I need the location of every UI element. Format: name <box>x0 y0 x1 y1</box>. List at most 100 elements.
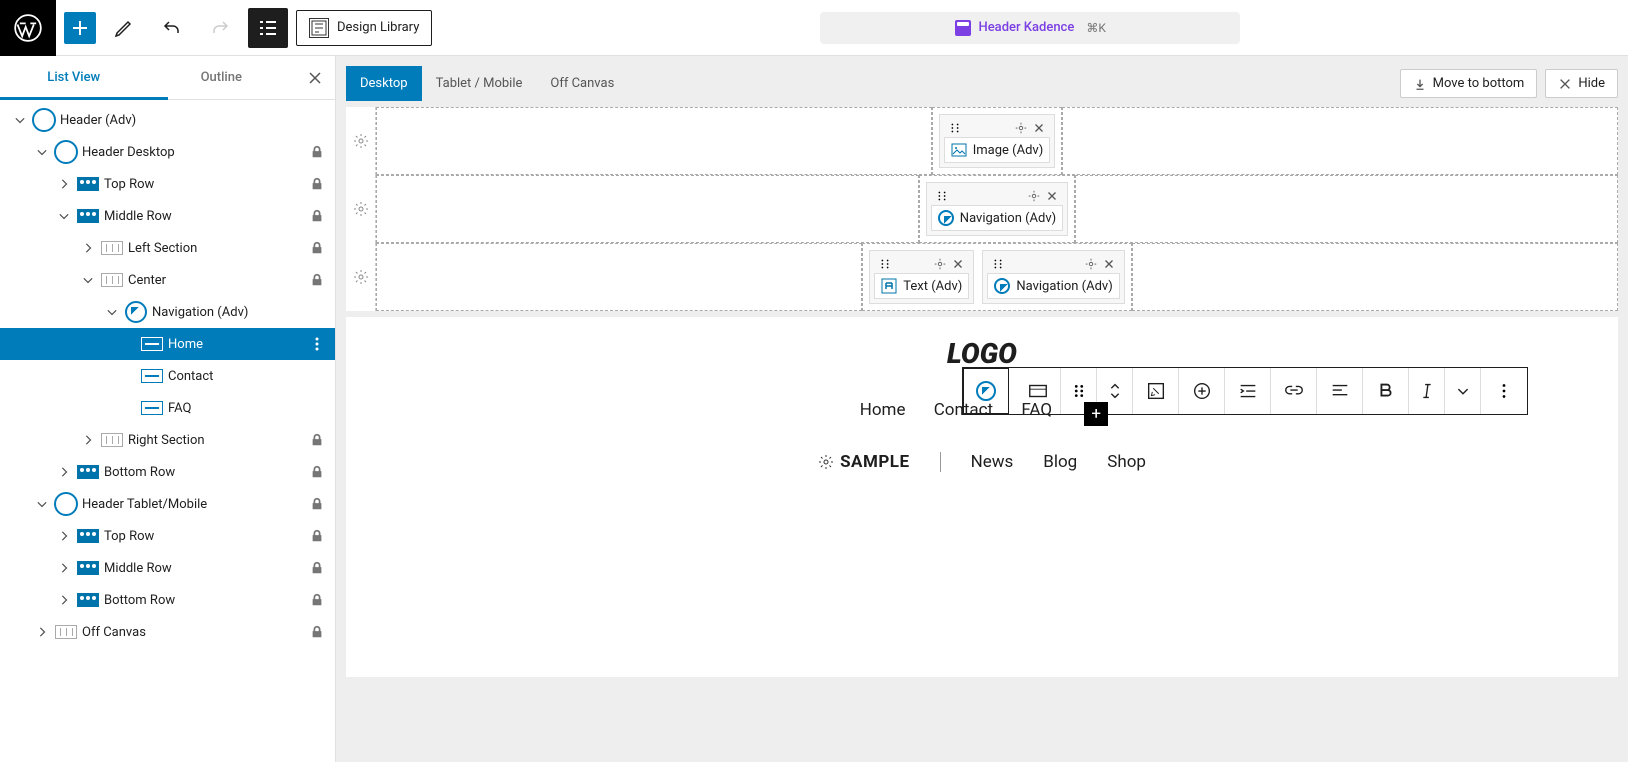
drag-handle-icon[interactable] <box>878 257 892 271</box>
remove-icon[interactable] <box>951 257 965 271</box>
row-icon <box>77 529 99 543</box>
drag-handle-icon[interactable] <box>948 121 962 135</box>
tree-header-tablet[interactable]: Header Tablet/Mobile <box>0 488 335 520</box>
design-library-icon <box>309 18 329 38</box>
close-panel-button[interactable] <box>295 56 335 99</box>
tree-left-section[interactable]: Left Section <box>0 232 335 264</box>
design-library-label: Design Library <box>337 20 419 35</box>
toolbar-center: Header Kadence ⌘K <box>440 12 1620 44</box>
nav-item-news[interactable]: News <box>971 452 1014 472</box>
tree-bottom-row-2[interactable]: Bottom Row <box>0 584 335 616</box>
lock-icon <box>307 206 327 226</box>
remove-icon[interactable] <box>1102 257 1116 271</box>
add-nav-item-button[interactable]: + <box>1084 402 1108 426</box>
gear-icon[interactable] <box>1084 257 1098 271</box>
builder-block-navigation[interactable]: Navigation (Adv) <box>926 182 1068 236</box>
tree-middle-row-2[interactable]: Middle Row <box>0 552 335 584</box>
link-icon <box>141 401 163 415</box>
tree-bottom-row[interactable]: Bottom Row <box>0 456 335 488</box>
tree-navigation-adv[interactable]: Navigation (Adv) <box>0 296 335 328</box>
navigation-icon <box>938 210 954 226</box>
tree-home[interactable]: Home <box>0 328 335 360</box>
tree-contact[interactable]: Contact <box>0 360 335 392</box>
device-tabs: Desktop Tablet / Mobile Off Canvas Move … <box>346 66 1618 101</box>
tree-middle-row[interactable]: Middle Row <box>0 200 335 232</box>
tab-outline[interactable]: Outline <box>148 56 296 99</box>
preview-nav-1[interactable]: Home Contact FAQ + <box>346 378 1618 422</box>
lock-icon <box>307 270 327 290</box>
lock-icon <box>307 590 327 610</box>
template-chip[interactable]: Header Kadence ⌘K <box>820 12 1240 44</box>
redo-button[interactable] <box>200 8 240 48</box>
more-options-icon[interactable] <box>307 334 327 354</box>
section-icon <box>101 241 123 255</box>
preview-bottom-row: SAMPLE News Blog Shop <box>346 422 1618 472</box>
tree-top-row-2[interactable]: Top Row <box>0 520 335 552</box>
tab-list-view[interactable]: List View <box>0 56 148 99</box>
header-builder-grid: Image (Adv) <box>346 107 1618 311</box>
desktop-icon <box>54 140 78 164</box>
template-icon <box>955 20 971 36</box>
list-view-toggle[interactable] <box>248 8 288 48</box>
row-settings-2[interactable] <box>346 175 376 243</box>
tab-off-canvas[interactable]: Off Canvas <box>536 66 628 101</box>
section-icon <box>101 273 123 287</box>
lock-icon <box>307 558 327 578</box>
sample-text-block[interactable]: SAMPLE <box>818 452 910 472</box>
lock-icon <box>307 430 327 450</box>
nav-item-faq[interactable]: FAQ <box>1021 400 1052 420</box>
tab-tablet-mobile[interactable]: Tablet / Mobile <box>422 66 537 101</box>
template-name: Header Kadence <box>979 20 1075 35</box>
row-icon <box>77 561 99 575</box>
block-tree: Header (Adv) Header Desktop Top Row Midd… <box>0 100 335 762</box>
tab-desktop[interactable]: Desktop <box>346 66 422 101</box>
nav-item-contact[interactable]: Contact <box>934 400 993 420</box>
tree-center[interactable]: Center <box>0 264 335 296</box>
edit-icon[interactable] <box>104 8 144 48</box>
builder-block-text[interactable]: Text (Adv) <box>869 250 974 304</box>
gear-icon <box>818 454 834 470</box>
gear-icon[interactable] <box>1014 121 1028 135</box>
tree-header-desktop[interactable]: Header Desktop <box>0 136 335 168</box>
preview-area: LOGO <box>346 317 1618 677</box>
tree-faq[interactable]: FAQ <box>0 392 335 424</box>
tree-header-adv[interactable]: Header (Adv) <box>0 104 335 136</box>
link-icon <box>141 337 163 351</box>
tree-off-canvas[interactable]: Off Canvas <box>0 616 335 648</box>
lock-icon <box>307 494 327 514</box>
drag-handle-icon[interactable] <box>935 189 949 203</box>
tree-right-section[interactable]: Right Section <box>0 424 335 456</box>
design-library-button[interactable]: Design Library <box>296 10 432 46</box>
text-icon <box>881 278 897 294</box>
hide-button[interactable]: Hide <box>1545 69 1618 98</box>
move-to-bottom-button[interactable]: Move to bottom <box>1400 69 1538 98</box>
builder-block-image[interactable]: Image (Adv) <box>939 114 1056 168</box>
remove-icon[interactable] <box>1045 189 1059 203</box>
drag-handle-icon[interactable] <box>991 257 1005 271</box>
off-canvas-icon <box>55 625 77 639</box>
top-toolbar: Design Library Header Kadence ⌘K <box>0 0 1628 56</box>
lock-icon <box>307 462 327 482</box>
lock-icon <box>307 174 327 194</box>
nav-item-blog[interactable]: Blog <box>1043 452 1077 472</box>
tree-top-row[interactable]: Top Row <box>0 168 335 200</box>
divider <box>940 452 941 472</box>
tablet-icon <box>54 492 78 516</box>
builder-block-navigation-2[interactable]: Navigation (Adv) <box>982 250 1124 304</box>
header-icon <box>32 108 56 132</box>
add-block-button[interactable] <box>64 12 96 44</box>
lock-icon <box>307 526 327 546</box>
nav-item-home[interactable]: Home <box>860 400 906 420</box>
row-icon <box>77 209 99 223</box>
panel-tabs: List View Outline <box>0 56 335 100</box>
remove-icon[interactable] <box>1032 121 1046 135</box>
row-icon <box>77 593 99 607</box>
gear-icon[interactable] <box>933 257 947 271</box>
nav-item-shop[interactable]: Shop <box>1107 452 1146 472</box>
row-icon <box>77 465 99 479</box>
wordpress-logo[interactable] <box>0 0 56 56</box>
undo-button[interactable] <box>152 8 192 48</box>
row-settings-3[interactable] <box>346 243 376 311</box>
row-settings-1[interactable] <box>346 107 376 175</box>
gear-icon[interactable] <box>1027 189 1041 203</box>
